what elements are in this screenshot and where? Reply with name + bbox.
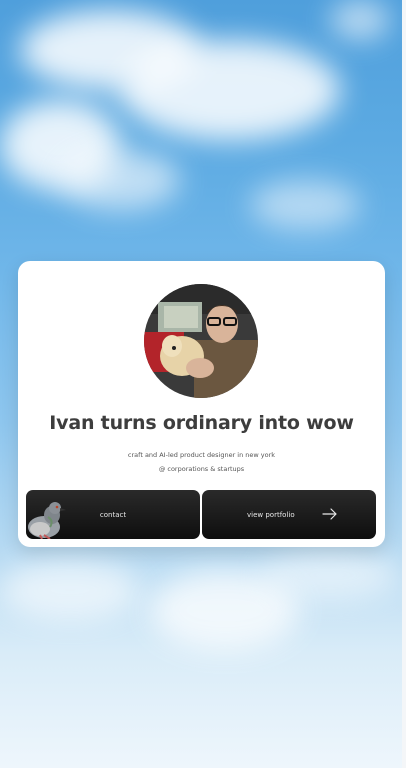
cloud	[250, 180, 360, 230]
page-title: Ivan turns ordinary into wow	[49, 412, 354, 434]
cloud	[120, 40, 340, 140]
contact-button[interactable]: contact	[26, 490, 200, 539]
cloud	[60, 150, 180, 210]
view-portfolio-button[interactable]: view portfolio	[202, 490, 376, 539]
cloud	[0, 560, 140, 620]
avatar	[144, 284, 258, 398]
tagline: craft and AI-led product designer in new…	[127, 451, 276, 459]
cloud	[330, 0, 390, 40]
audience-text: @ corporations & startups	[158, 465, 245, 473]
view-portfolio-button-label: view portfolio	[247, 510, 295, 519]
contact-button-label: contact	[99, 510, 127, 519]
profile-card: Ivan turns ordinary into wow craft and A…	[18, 261, 385, 547]
avatar-photo	[144, 284, 258, 398]
scrollbar-track	[402, 0, 406, 768]
cloud	[260, 550, 400, 600]
arrow-right-icon	[322, 508, 337, 520]
